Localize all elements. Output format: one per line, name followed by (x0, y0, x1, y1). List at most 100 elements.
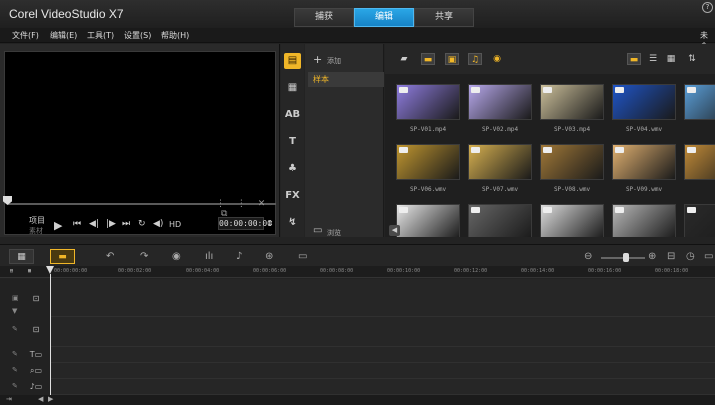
voice-track[interactable] (51, 363, 715, 379)
menu-settings[interactable]: 设置(S) (124, 30, 151, 41)
browse-label[interactable]: 浏览 (327, 228, 341, 238)
title-icon[interactable]: T (284, 134, 301, 150)
fit-icon[interactable]: ⇥ (6, 395, 12, 403)
show-videos-icon[interactable]: ▬ (421, 53, 435, 65)
folder-item-samples[interactable]: 样本 (308, 72, 384, 87)
media-thumbnail[interactable] (396, 144, 460, 180)
grid-view-icon[interactable]: ▦ (664, 53, 678, 65)
help-icon[interactable]: ? (702, 2, 713, 13)
thumbnail-caption: SP-V06.wmv (409, 186, 447, 193)
storyboard-view-icon[interactable]: ▦ (9, 249, 34, 264)
track-visibility-icon[interactable]: ✎ (12, 366, 18, 374)
media-thumbnail[interactable] (468, 204, 532, 237)
end-icon[interactable]: ⏭ (122, 219, 130, 229)
play-icon[interactable]: ▶ (54, 219, 62, 232)
track-visibility-icon[interactable]: ▣ (12, 294, 19, 302)
graphic-icon[interactable]: ♣ (284, 161, 301, 177)
tab-capture[interactable]: 捕获 (294, 8, 354, 27)
scroll-left-icon[interactable]: ◀ (38, 395, 43, 403)
collapse-library-icon[interactable]: ◀ (389, 225, 400, 236)
menu-tools[interactable]: 工具(T) (87, 30, 114, 41)
timeline-track-area[interactable] (51, 279, 715, 395)
thumbnail-view-icon[interactable]: ▬ (627, 53, 641, 65)
media-thumbnail[interactable] (396, 84, 460, 120)
redo-icon[interactable]: ↷ (140, 251, 148, 262)
media-thumbnail[interactable] (540, 204, 604, 237)
timecode-display[interactable]: 00:00:00:00 (218, 217, 272, 230)
video-badge-icon (615, 87, 624, 93)
fit-project-icon[interactable]: ⊟ (667, 251, 675, 262)
media-thumbnail[interactable] (612, 204, 676, 237)
music-track[interactable] (51, 379, 715, 395)
media-thumbnail[interactable] (684, 84, 715, 120)
record-capture-icon[interactable]: ◉ (172, 251, 181, 262)
media-thumbnail[interactable] (396, 204, 460, 237)
clip-mode-label[interactable]: 素材 (29, 226, 43, 236)
auto-music-icon[interactable]: ♪ (236, 251, 242, 262)
list-view-icon[interactable]: ☰ (646, 53, 660, 65)
media-thumbnail[interactable] (468, 84, 532, 120)
tab-edit[interactable]: 编辑 (354, 8, 414, 27)
time-ruler[interactable]: ▤ ▦ 00:00:00:00 00:00:02:00 00:00:04:00 … (0, 266, 715, 278)
add-folder-icon[interactable]: + (313, 53, 322, 66)
zoom-out-icon[interactable]: ⊖ (584, 251, 592, 262)
more-icon[interactable]: ▭ (704, 251, 713, 262)
project-mode-label[interactable]: 项目 (29, 215, 45, 226)
subtitle-editor-icon[interactable]: ▭ (298, 251, 307, 262)
repeat-icon[interactable]: ↻ (138, 219, 146, 229)
track-manager-icon[interactable]: ▤ (10, 268, 13, 274)
menu-help[interactable]: 帮助(H) (161, 30, 189, 41)
show-audio-icon[interactable]: ♫ (468, 53, 482, 65)
instant-project-icon[interactable]: ▦ (284, 80, 301, 96)
chapter-icon[interactable]: ▦ (28, 268, 31, 274)
prev-frame-icon[interactable]: ◀| (89, 219, 99, 229)
timeline-view-icon[interactable]: ▬ (50, 249, 75, 264)
zoom-handle[interactable] (623, 253, 629, 262)
transition-icon[interactable]: AB (284, 107, 301, 123)
media-thumbnail[interactable] (540, 84, 604, 120)
track-visibility-icon[interactable]: ✎ (12, 325, 18, 333)
overlay-track[interactable] (51, 317, 715, 347)
ruler-label: 00:00:18:00 (655, 268, 689, 274)
title-track[interactable] (51, 347, 715, 363)
path-icon[interactable]: ↯ (284, 215, 301, 231)
media-thumbnail[interactable] (468, 144, 532, 180)
ruler-label: 00:00:04:00 (186, 268, 220, 274)
zoom-in-icon[interactable]: ⊕ (648, 251, 656, 262)
mark-out-icon[interactable]: ⋮ (237, 199, 246, 209)
cut-icon[interactable]: ✕ (258, 199, 266, 209)
mark-in-icon[interactable]: ⋮ (216, 199, 225, 209)
media-thumbnail[interactable] (612, 144, 676, 180)
media-icon[interactable]: ▤ (284, 53, 301, 69)
media-thumbnail[interactable] (540, 144, 604, 180)
undo-icon[interactable]: ↶ (106, 251, 114, 262)
next-frame-icon[interactable]: |▶ (106, 219, 116, 229)
sound-mixer-icon[interactable]: ılı (205, 251, 213, 262)
ruler-label: 00:00:08:00 (320, 268, 354, 274)
show-photos-icon[interactable]: ▣ (445, 53, 459, 65)
track-visibility-icon[interactable]: ✎ (12, 350, 18, 358)
add-folder-label[interactable]: 添加 (327, 56, 341, 66)
video-track[interactable] (51, 279, 715, 317)
timeline-scroll-bar[interactable]: ⇥ ◀ ▶ (0, 395, 715, 405)
track-visibility-icon[interactable]: ✎ (12, 382, 18, 390)
menu-edit[interactable]: 编辑(E) (50, 30, 77, 41)
tab-share[interactable]: 共享 (414, 8, 474, 27)
filter-icon[interactable]: FX (284, 188, 301, 204)
home-icon[interactable]: ⏮ (73, 219, 81, 229)
project-duration-icon[interactable]: ◷ (686, 251, 695, 262)
options-icon[interactable]: ⇅ (685, 53, 699, 65)
menu-file[interactable]: 文件(F) (12, 30, 39, 41)
track-expand-icon[interactable]: ▼ (12, 307, 17, 315)
show-effects-icon[interactable]: ◉ (490, 53, 504, 65)
browse-icon[interactable]: ▭ (313, 225, 322, 236)
hd-preview-toggle[interactable]: HD (169, 220, 181, 229)
media-thumbnail[interactable] (684, 144, 715, 180)
media-thumbnail[interactable] (612, 84, 676, 120)
motion-tracking-icon[interactable]: ⊛ (265, 251, 273, 262)
media-thumbnail[interactable] (684, 204, 715, 237)
timecode-spinner-icon[interactable]: ⇕ (267, 219, 274, 228)
scroll-right-icon[interactable]: ▶ (48, 395, 53, 403)
folder-icon[interactable]: ▰ (397, 53, 411, 65)
volume-icon[interactable]: ◀) (153, 219, 163, 229)
